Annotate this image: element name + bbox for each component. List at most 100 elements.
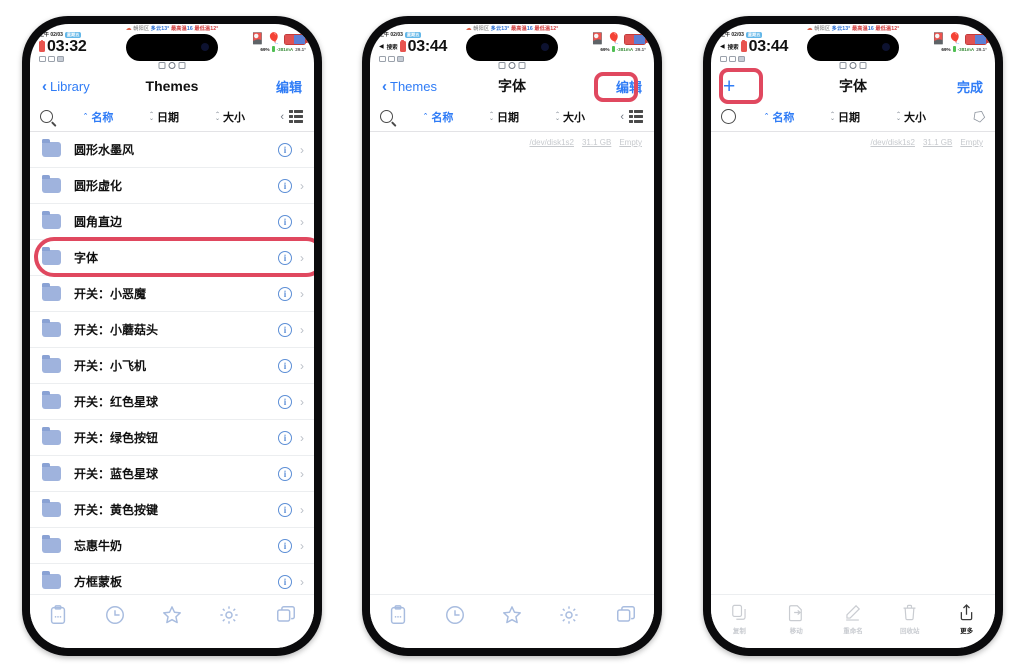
table-row[interactable]: 忘惠牛奶 i › bbox=[30, 528, 314, 564]
sort-column-size[interactable]: ⌃ ⌄ 大小 bbox=[879, 109, 943, 125]
status-left: 上午 02/03 星期五 03:32 bbox=[39, 31, 87, 62]
sort-column-size[interactable]: ⌃ ⌄ 大小 bbox=[198, 109, 262, 125]
info-icon[interactable]: i bbox=[278, 430, 292, 445]
edit-button[interactable]: 编辑 bbox=[616, 77, 642, 96]
info-icon[interactable]: i bbox=[278, 466, 292, 481]
toolbar-label: 复制 bbox=[732, 628, 746, 635]
list-view-icon[interactable] bbox=[289, 110, 304, 123]
tab-clipboard[interactable] bbox=[387, 604, 409, 626]
move-icon bbox=[787, 603, 806, 622]
table-row[interactable]: 开关：蓝色星球 i › bbox=[30, 456, 314, 492]
table-row[interactable]: 圆形水墨风 i › bbox=[30, 132, 314, 168]
info-icon[interactable]: i bbox=[278, 358, 292, 373]
tab-windows[interactable] bbox=[275, 604, 297, 626]
sort-bar: ⌃ 名称 ⌃ ⌄ 日期 ⌃ ⌄ 大小 ‹ bbox=[30, 102, 314, 132]
tab-recents[interactable] bbox=[444, 604, 466, 626]
tab-recents[interactable] bbox=[104, 604, 126, 626]
disk-device: /dev/disk1s2 bbox=[529, 138, 574, 147]
table-row[interactable]: 开关：黄色按键 i › bbox=[30, 492, 314, 528]
list-item-label: 开关：小恶魔 bbox=[74, 287, 147, 301]
sort-column-name[interactable]: ⌃ 名称 bbox=[747, 109, 811, 125]
table-row[interactable]: 圆角直边 i › bbox=[30, 204, 314, 240]
collapse-chevron-icon[interactable]: ‹ bbox=[280, 111, 284, 123]
list-view-icon[interactable] bbox=[629, 110, 644, 123]
sort-column-name[interactable]: ⌃ 名称 bbox=[406, 109, 470, 125]
done-button[interactable]: 完成 bbox=[957, 77, 983, 96]
search-button[interactable] bbox=[380, 110, 404, 123]
table-row[interactable]: 开关：小蘑菇头 i › bbox=[30, 312, 314, 348]
phone-2: ☁ 朝阳区 多云13° 最高温16 最低温12° 上午 02/03 星期五 ◀ … bbox=[362, 16, 662, 656]
status-date: 上午 02/03 bbox=[720, 32, 744, 38]
folder-icon bbox=[42, 427, 61, 445]
battery-percent: 69% bbox=[941, 46, 951, 52]
sort-column-date[interactable]: ⌃ ⌄ 日期 bbox=[813, 109, 877, 125]
sort-updown-icon: ⌃ ⌄ bbox=[214, 111, 221, 122]
info-icon[interactable]: i bbox=[278, 250, 292, 265]
tab-clipboard[interactable] bbox=[47, 604, 69, 626]
tab-windows[interactable] bbox=[615, 604, 637, 626]
info-icon[interactable]: i bbox=[278, 178, 292, 193]
folder-icon bbox=[42, 535, 61, 553]
toolbar-share[interactable]: 更多 bbox=[943, 603, 991, 635]
sort-column-size[interactable]: ⌃ ⌄ 大小 bbox=[538, 109, 602, 125]
back-button[interactable]: ‹ Library bbox=[42, 79, 90, 94]
tab-favorites[interactable] bbox=[501, 604, 523, 626]
table-row[interactable]: 圆形虚化 i › bbox=[30, 168, 314, 204]
toolbar-trash[interactable]: 回收站 bbox=[886, 603, 934, 635]
back-button-label: Library bbox=[50, 78, 90, 94]
chevron-right-icon: › bbox=[300, 574, 304, 589]
chevron-left-icon: ‹ bbox=[42, 77, 47, 95]
status-right: 🎴 🎈 69% -381mA 29.1° bbox=[251, 34, 308, 52]
add-button[interactable]: + bbox=[723, 76, 735, 97]
select-all-button[interactable] bbox=[721, 109, 745, 124]
info-icon[interactable]: i bbox=[278, 214, 292, 229]
edit-button[interactable]: 编辑 bbox=[276, 77, 302, 96]
info-icon[interactable]: i bbox=[278, 142, 292, 157]
sort-column-name[interactable]: ⌃ 名称 bbox=[66, 109, 130, 125]
info-icon[interactable]: i bbox=[278, 538, 292, 553]
search-button[interactable] bbox=[40, 110, 64, 123]
table-row[interactable]: 开关：绿色按钮 i › bbox=[30, 420, 314, 456]
status-day-chip: 星期五 bbox=[404, 31, 422, 38]
toolbar-move[interactable]: 移动 bbox=[772, 603, 820, 635]
weather-low: 12° bbox=[891, 26, 900, 32]
weather-condition: 多云 bbox=[831, 26, 843, 32]
share-icon bbox=[957, 603, 976, 622]
table-row[interactable]: 字体 i › bbox=[30, 240, 314, 276]
tag-icon[interactable]: ⬠ bbox=[969, 106, 990, 127]
battery-current: -381mA bbox=[616, 46, 634, 52]
toolbar-rename[interactable]: 重命名 bbox=[829, 603, 877, 635]
sort-bar: ⌃ 名称 ⌃ ⌄ 日期 ⌃ ⌄ 大小 ‹ bbox=[370, 102, 654, 132]
cloud-icon: ☁ bbox=[465, 26, 472, 32]
copy-icon bbox=[730, 603, 749, 622]
screen-record-icon bbox=[498, 62, 506, 69]
status-left: 上午 02/03 星期五 ◀ 搜索 03:44 bbox=[720, 31, 788, 62]
collapse-chevron-icon[interactable]: ‹ bbox=[620, 111, 624, 123]
dynamic-island bbox=[466, 34, 558, 61]
table-row[interactable]: 开关：小恶魔 i › bbox=[30, 276, 314, 312]
info-icon[interactable]: i bbox=[278, 286, 292, 301]
battery-pill-icon bbox=[624, 34, 648, 45]
table-row[interactable]: 开关：小飞机 i › bbox=[30, 348, 314, 384]
sort-column-date[interactable]: ⌃ ⌄ 日期 bbox=[132, 109, 196, 125]
sort-column-name-label: 名称 bbox=[91, 111, 114, 124]
chevron-right-icon: › bbox=[300, 178, 304, 193]
battery-bar-icon bbox=[611, 46, 615, 52]
sort-column-date[interactable]: ⌃ ⌄ 日期 bbox=[472, 109, 536, 125]
tab-favorites[interactable] bbox=[161, 604, 183, 626]
info-icon[interactable]: i bbox=[278, 322, 292, 337]
tab-settings[interactable] bbox=[218, 604, 240, 626]
disk-info: /dev/disk1s2 31.1 GB Empty bbox=[711, 132, 995, 147]
toolbar-copy[interactable]: 复制 bbox=[715, 603, 763, 635]
info-icon[interactable]: i bbox=[278, 502, 292, 517]
info-icon[interactable]: i bbox=[278, 574, 292, 589]
status-mini-icon-1 bbox=[720, 56, 727, 62]
chevron-right-icon: › bbox=[300, 466, 304, 481]
table-row[interactable]: 开关：红色星球 i › bbox=[30, 384, 314, 420]
info-icon[interactable]: i bbox=[278, 394, 292, 409]
weather-temp: 13° bbox=[501, 26, 510, 32]
back-button[interactable]: ‹ Themes bbox=[382, 79, 437, 94]
battery-temperature: 29.1° bbox=[635, 46, 646, 52]
tab-bar bbox=[30, 594, 314, 648]
tab-settings[interactable] bbox=[558, 604, 580, 626]
